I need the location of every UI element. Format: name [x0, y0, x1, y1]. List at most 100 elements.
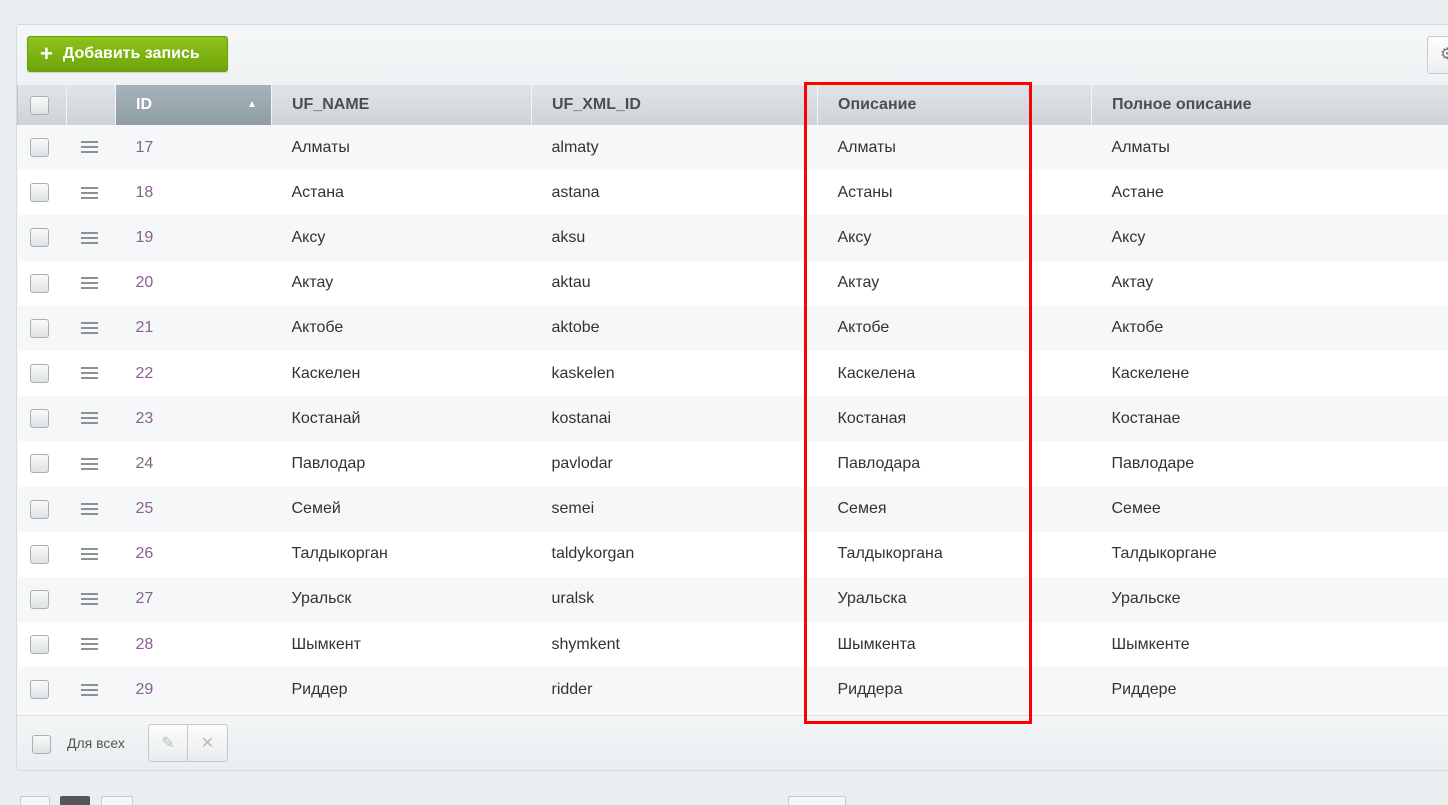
- edit-button[interactable]: ✎: [149, 725, 189, 761]
- pager-button-current[interactable]: [60, 796, 90, 805]
- close-icon: ✕: [200, 735, 215, 752]
- select-all-checkbox[interactable]: [30, 95, 49, 115]
- cell-id[interactable]: 19: [116, 215, 272, 260]
- row-checkbox[interactable]: [29, 454, 49, 474]
- row-checkbox[interactable]: [29, 635, 49, 655]
- cell-full-description: Аксу: [1111, 228, 1146, 246]
- column-header-id[interactable]: ID ▲: [115, 85, 272, 125]
- delete-button[interactable]: ✕: [188, 725, 227, 761]
- row-select-cell: [18, 667, 67, 712]
- menu-icon[interactable]: [80, 367, 98, 380]
- cell-id[interactable]: 23: [116, 396, 272, 441]
- cell-id[interactable]: 26: [116, 532, 272, 577]
- menu-icon[interactable]: [80, 412, 98, 425]
- cell-full-description: Уральске: [1111, 590, 1181, 608]
- cell-id[interactable]: 18: [116, 170, 272, 215]
- cell-id[interactable]: 17: [116, 125, 272, 170]
- cell-uf-xml-id: uralsk: [551, 590, 595, 608]
- row-checkbox[interactable]: [29, 544, 49, 564]
- table-row[interactable]: 29 Риддер ridder Риддера Риддере: [17, 667, 1448, 713]
- table-row[interactable]: 28 Шымкент shymkent Шымкента Шымкенте: [17, 622, 1448, 668]
- row-checkbox[interactable]: [29, 183, 49, 203]
- cell-full-description: Костанае: [1111, 409, 1181, 427]
- row-checkbox[interactable]: [29, 228, 49, 248]
- settings-button[interactable]: ⚙: [1427, 36, 1448, 74]
- menu-icon[interactable]: [80, 502, 98, 515]
- menu-icon[interactable]: [80, 638, 98, 651]
- row-checkbox[interactable]: [29, 680, 49, 700]
- row-checkbox[interactable]: [29, 138, 49, 158]
- menu-icon[interactable]: [80, 141, 98, 154]
- highlight-box: [804, 82, 1032, 724]
- cell-full-description: Шымкенте: [1111, 635, 1190, 653]
- row-menu-cell: [67, 125, 116, 170]
- table-row[interactable]: 27 Уральск uralsk Уральска Уральске: [17, 576, 1448, 623]
- table-row[interactable]: 17 Алматы almaty Алматы Алматы: [17, 125, 1448, 171]
- cell-id[interactable]: 25: [116, 487, 272, 532]
- cell-id[interactable]: 29: [116, 667, 272, 712]
- column-header-uf-name[interactable]: UF_NAME: [271, 85, 532, 125]
- group-actions: ✎ ✕: [148, 724, 228, 762]
- row-checkbox[interactable]: [29, 499, 49, 519]
- table-row[interactable]: 19 Аксу aksu Аксу Аксу: [17, 215, 1448, 261]
- column-header-uf-xml-id[interactable]: UF_XML_ID: [531, 85, 818, 125]
- add-record-button[interactable]: + Добавить запись: [27, 36, 228, 72]
- cell-uf-name: Алматы: [291, 138, 350, 156]
- menu-icon[interactable]: [80, 322, 98, 335]
- row-select-cell: [18, 125, 67, 170]
- table-row[interactable]: 18 Астана astana Астаны Астане: [17, 170, 1448, 216]
- cell-id[interactable]: 27: [116, 577, 272, 622]
- cell-uf-xml-id: aktobe: [551, 319, 600, 337]
- cell-id[interactable]: 28: [116, 622, 272, 667]
- row-select-cell: [18, 215, 67, 260]
- table-row[interactable]: 24 Павлодар pavlodar Павлодара Павлодаре: [17, 441, 1448, 487]
- cell-id[interactable]: 22: [116, 351, 272, 396]
- pager-button-prev[interactable]: [20, 796, 50, 805]
- row-select-cell: [18, 170, 67, 215]
- table-row[interactable]: 21 Актобе aktobe Актобе Актобе: [17, 305, 1448, 351]
- add-record-label: Добавить запись: [62, 45, 200, 62]
- row-checkbox[interactable]: [29, 318, 49, 338]
- cell-id[interactable]: 21: [116, 306, 272, 351]
- menu-icon[interactable]: [80, 683, 98, 696]
- row-menu-cell: [67, 441, 116, 486]
- cell-id[interactable]: 20: [116, 261, 272, 306]
- row-checkbox[interactable]: [29, 409, 49, 429]
- menu-icon[interactable]: [80, 186, 98, 199]
- menu-icon[interactable]: [80, 231, 98, 244]
- cell-full-description: Актобе: [1111, 319, 1164, 337]
- cell-full-description: Талдыкоргане: [1111, 545, 1217, 563]
- select-all-header: [17, 85, 67, 125]
- row-select-cell: [18, 261, 67, 306]
- grid-footer: Для всех ✎ ✕: [17, 715, 1448, 770]
- cell-uf-xml-id: taldykorgan: [551, 545, 635, 563]
- row-select-cell: [18, 622, 67, 667]
- menu-icon[interactable]: [80, 548, 98, 561]
- row-menu-cell: [67, 667, 116, 712]
- table-row[interactable]: 20 Актау aktau Актау Актау: [17, 260, 1448, 306]
- table-row[interactable]: 25 Семей semei Семея Семее: [17, 486, 1448, 532]
- cell-full-description: Семее: [1111, 500, 1161, 518]
- gear-icon: ⚙: [1440, 46, 1448, 63]
- cell-uf-name: Актау: [291, 274, 334, 292]
- menu-icon[interactable]: [80, 457, 98, 470]
- cell-uf-xml-id: pavlodar: [551, 454, 613, 472]
- cell-id[interactable]: 24: [116, 441, 272, 486]
- pager-button-next[interactable]: [101, 796, 133, 805]
- table-row[interactable]: 23 Костанай kostanai Костаная Костанае: [17, 396, 1448, 442]
- row-select-cell: [18, 577, 67, 622]
- page-size-select[interactable]: [788, 796, 846, 805]
- menu-icon[interactable]: [80, 276, 98, 289]
- toolbar: + Добавить запись ⚙: [17, 25, 1448, 85]
- cell-uf-name: Семей: [291, 500, 341, 518]
- cell-uf-xml-id: almaty: [551, 138, 599, 156]
- table-row[interactable]: 22 Каскелен kaskelen Каскелена Каскелене: [17, 350, 1448, 397]
- cell-uf-xml-id: astana: [551, 183, 600, 201]
- apply-all-checkbox[interactable]: [32, 735, 51, 754]
- column-header-full-description[interactable]: Полное описание: [1091, 85, 1448, 125]
- row-checkbox[interactable]: [29, 273, 49, 293]
- row-checkbox[interactable]: [29, 589, 49, 609]
- menu-icon[interactable]: [80, 593, 98, 606]
- row-checkbox[interactable]: [29, 364, 49, 384]
- table-row[interactable]: 26 Талдыкорган taldykorgan Талдыкоргана Талд…: [17, 531, 1448, 577]
